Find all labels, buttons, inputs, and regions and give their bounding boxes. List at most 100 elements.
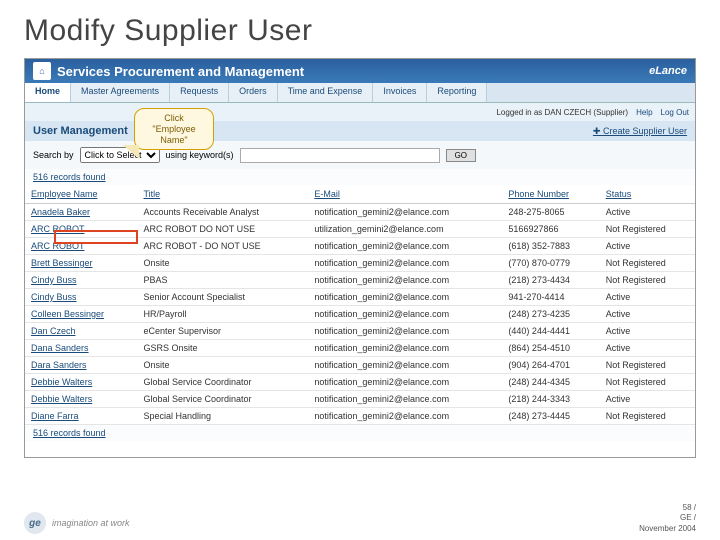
employee-name-link[interactable]: Cindy Buss bbox=[31, 275, 77, 285]
cell-email: notification_gemini2@elance.com bbox=[308, 340, 502, 357]
employee-name-link[interactable]: Anadela Baker bbox=[31, 207, 90, 217]
tab-orders[interactable]: Orders bbox=[229, 83, 278, 102]
table-row: Anadela Baker Accounts Receivable Analyst… bbox=[25, 204, 695, 221]
tab-home[interactable]: Home bbox=[25, 83, 71, 102]
cell-status: Active bbox=[600, 289, 695, 306]
col-title[interactable]: Title bbox=[137, 185, 308, 204]
tab-master-agreements[interactable]: Master Agreements bbox=[71, 83, 170, 102]
cell-status: Active bbox=[600, 204, 695, 221]
ge-logo-icon: ge bbox=[24, 512, 46, 534]
cell-title: ARC ROBOT - DO NOT USE bbox=[137, 238, 308, 255]
employee-name-link[interactable]: Dara Sanders bbox=[31, 360, 87, 370]
brand-label: eLance bbox=[649, 65, 687, 77]
search-input[interactable] bbox=[240, 148, 440, 163]
col-status[interactable]: Status bbox=[600, 185, 695, 204]
table-row: ARC ROBOT ARC ROBOT - DO NOT USEnotificat… bbox=[25, 238, 695, 255]
cell-phone: (864) 254-4510 bbox=[502, 340, 599, 357]
cell-title: ARC ROBOT DO NOT USE bbox=[137, 221, 308, 238]
login-status: Logged in as DAN CZECH (Supplier) bbox=[496, 108, 628, 117]
cell-phone: (770) 870-0779 bbox=[502, 255, 599, 272]
tab-requests[interactable]: Requests bbox=[170, 83, 229, 102]
cell-email: notification_gemini2@elance.com bbox=[308, 289, 502, 306]
cell-phone: (618) 352-7883 bbox=[502, 238, 599, 255]
cell-status: Not Registered bbox=[600, 255, 695, 272]
app-frame: ⌂ Services Procurement and Management eL… bbox=[24, 58, 696, 458]
go-button[interactable]: GO bbox=[446, 149, 476, 162]
cell-email: notification_gemini2@elance.com bbox=[308, 391, 502, 408]
employee-name-link[interactable]: Debbie Walters bbox=[31, 377, 92, 387]
nav-tabs: Home Master Agreements Requests Orders T… bbox=[25, 83, 695, 103]
employee-name-link[interactable]: Cindy Buss bbox=[31, 292, 77, 302]
cell-phone: (218) 273-4434 bbox=[502, 272, 599, 289]
employee-name-link[interactable]: ARC ROBOT bbox=[31, 241, 85, 251]
cell-phone: 248-275-8065 bbox=[502, 204, 599, 221]
cell-title: Accounts Receivable Analyst bbox=[137, 204, 308, 221]
cell-status: Not Registered bbox=[600, 374, 695, 391]
col-employee-name[interactable]: Employee Name bbox=[25, 185, 137, 204]
footer-org: GE / bbox=[639, 513, 696, 523]
cell-phone: (248) 273-4235 bbox=[502, 306, 599, 323]
col-phone[interactable]: Phone Number bbox=[502, 185, 599, 204]
records-count-bottom: 516 records found bbox=[25, 425, 695, 441]
employee-name-link[interactable]: Diane Farra bbox=[31, 411, 79, 421]
cell-status: Not Registered bbox=[600, 221, 695, 238]
help-link[interactable]: Help bbox=[636, 108, 652, 117]
cell-status: Active bbox=[600, 323, 695, 340]
logout-link[interactable]: Log Out bbox=[661, 108, 689, 117]
cell-email: notification_gemini2@elance.com bbox=[308, 408, 502, 425]
cell-phone: (218) 244-3343 bbox=[502, 391, 599, 408]
keywords-label: using keyword(s) bbox=[166, 150, 234, 160]
footer-date: November 2004 bbox=[639, 524, 696, 534]
cell-phone: 941-270-4414 bbox=[502, 289, 599, 306]
app-logo-icon: ⌂ bbox=[33, 62, 51, 80]
records-link[interactable]: 516 records found bbox=[33, 172, 106, 182]
search-label: Search by bbox=[33, 150, 74, 160]
cell-phone: 5166927866 bbox=[502, 221, 599, 238]
page-number: 58 / bbox=[639, 503, 696, 513]
col-email[interactable]: E-Mail bbox=[308, 185, 502, 204]
app-header: ⌂ Services Procurement and Management eL… bbox=[25, 59, 695, 83]
cell-status: Active bbox=[600, 238, 695, 255]
cell-email: utilization_gemini2@elance.com bbox=[308, 221, 502, 238]
employee-name-link[interactable]: Dana Sanders bbox=[31, 343, 89, 353]
cell-email: notification_gemini2@elance.com bbox=[308, 204, 502, 221]
employee-name-link[interactable]: Colleen Bessinger bbox=[31, 309, 104, 319]
create-supplier-user-link[interactable]: Create Supplier User bbox=[593, 126, 687, 137]
table-row: Debbie WaltersGlobal Service Coordinator… bbox=[25, 391, 695, 408]
cell-status: Active bbox=[600, 391, 695, 408]
table-row: Cindy BussPBASnotification_gemini2@elanc… bbox=[25, 272, 695, 289]
cell-title: PBAS bbox=[137, 272, 308, 289]
table-row: ARC ROBOT ARC ROBOT DO NOT USEutilization… bbox=[25, 221, 695, 238]
cell-title: GSRS Onsite bbox=[137, 340, 308, 357]
cell-title: eCenter Supervisor bbox=[137, 323, 308, 340]
tab-invoices[interactable]: Invoices bbox=[373, 83, 427, 102]
cell-email: notification_gemini2@elance.com bbox=[308, 374, 502, 391]
cell-phone: (904) 264-4701 bbox=[502, 357, 599, 374]
page-title-bar: User Management Create Supplier User bbox=[25, 121, 695, 141]
cell-email: notification_gemini2@elance.com bbox=[308, 323, 502, 340]
employee-name-link[interactable]: Dan Czech bbox=[31, 326, 76, 336]
cell-title: Special Handling bbox=[137, 408, 308, 425]
cell-email: notification_gemini2@elance.com bbox=[308, 306, 502, 323]
cell-email: notification_gemini2@elance.com bbox=[308, 238, 502, 255]
callout-bubble: Click "Employee Name" bbox=[134, 108, 214, 150]
login-bar: Logged in as DAN CZECH (Supplier) Help L… bbox=[25, 103, 695, 121]
table-row: Dan Czech eCenter Supervisornotification_… bbox=[25, 323, 695, 340]
slide-footer: ge imagination at work 58 / GE / Novembe… bbox=[24, 503, 696, 534]
table-row: Dara SandersOnsitenotification_gemini2@e… bbox=[25, 357, 695, 374]
tab-time-expense[interactable]: Time and Expense bbox=[278, 83, 374, 102]
table-row: Diane Farra Special Handlingnotification_… bbox=[25, 408, 695, 425]
table-row: Cindy BussSenior Account Specialistnotif… bbox=[25, 289, 695, 306]
records-link-bottom[interactable]: 516 records found bbox=[33, 428, 106, 438]
employee-name-link[interactable]: Debbie Walters bbox=[31, 394, 92, 404]
app-title: Services Procurement and Management bbox=[57, 64, 304, 79]
cell-title: Onsite bbox=[137, 255, 308, 272]
page-title: User Management bbox=[33, 125, 128, 137]
tab-reporting[interactable]: Reporting bbox=[427, 83, 487, 102]
employee-name-link[interactable]: ARC ROBOT bbox=[31, 224, 85, 234]
cell-email: notification_gemini2@elance.com bbox=[308, 357, 502, 374]
employee-name-link[interactable]: Brett Bessinger bbox=[31, 258, 93, 268]
cell-email: notification_gemini2@elance.com bbox=[308, 255, 502, 272]
slide-title: Modify Supplier User bbox=[0, 0, 720, 58]
cell-phone: (248) 244-4345 bbox=[502, 374, 599, 391]
